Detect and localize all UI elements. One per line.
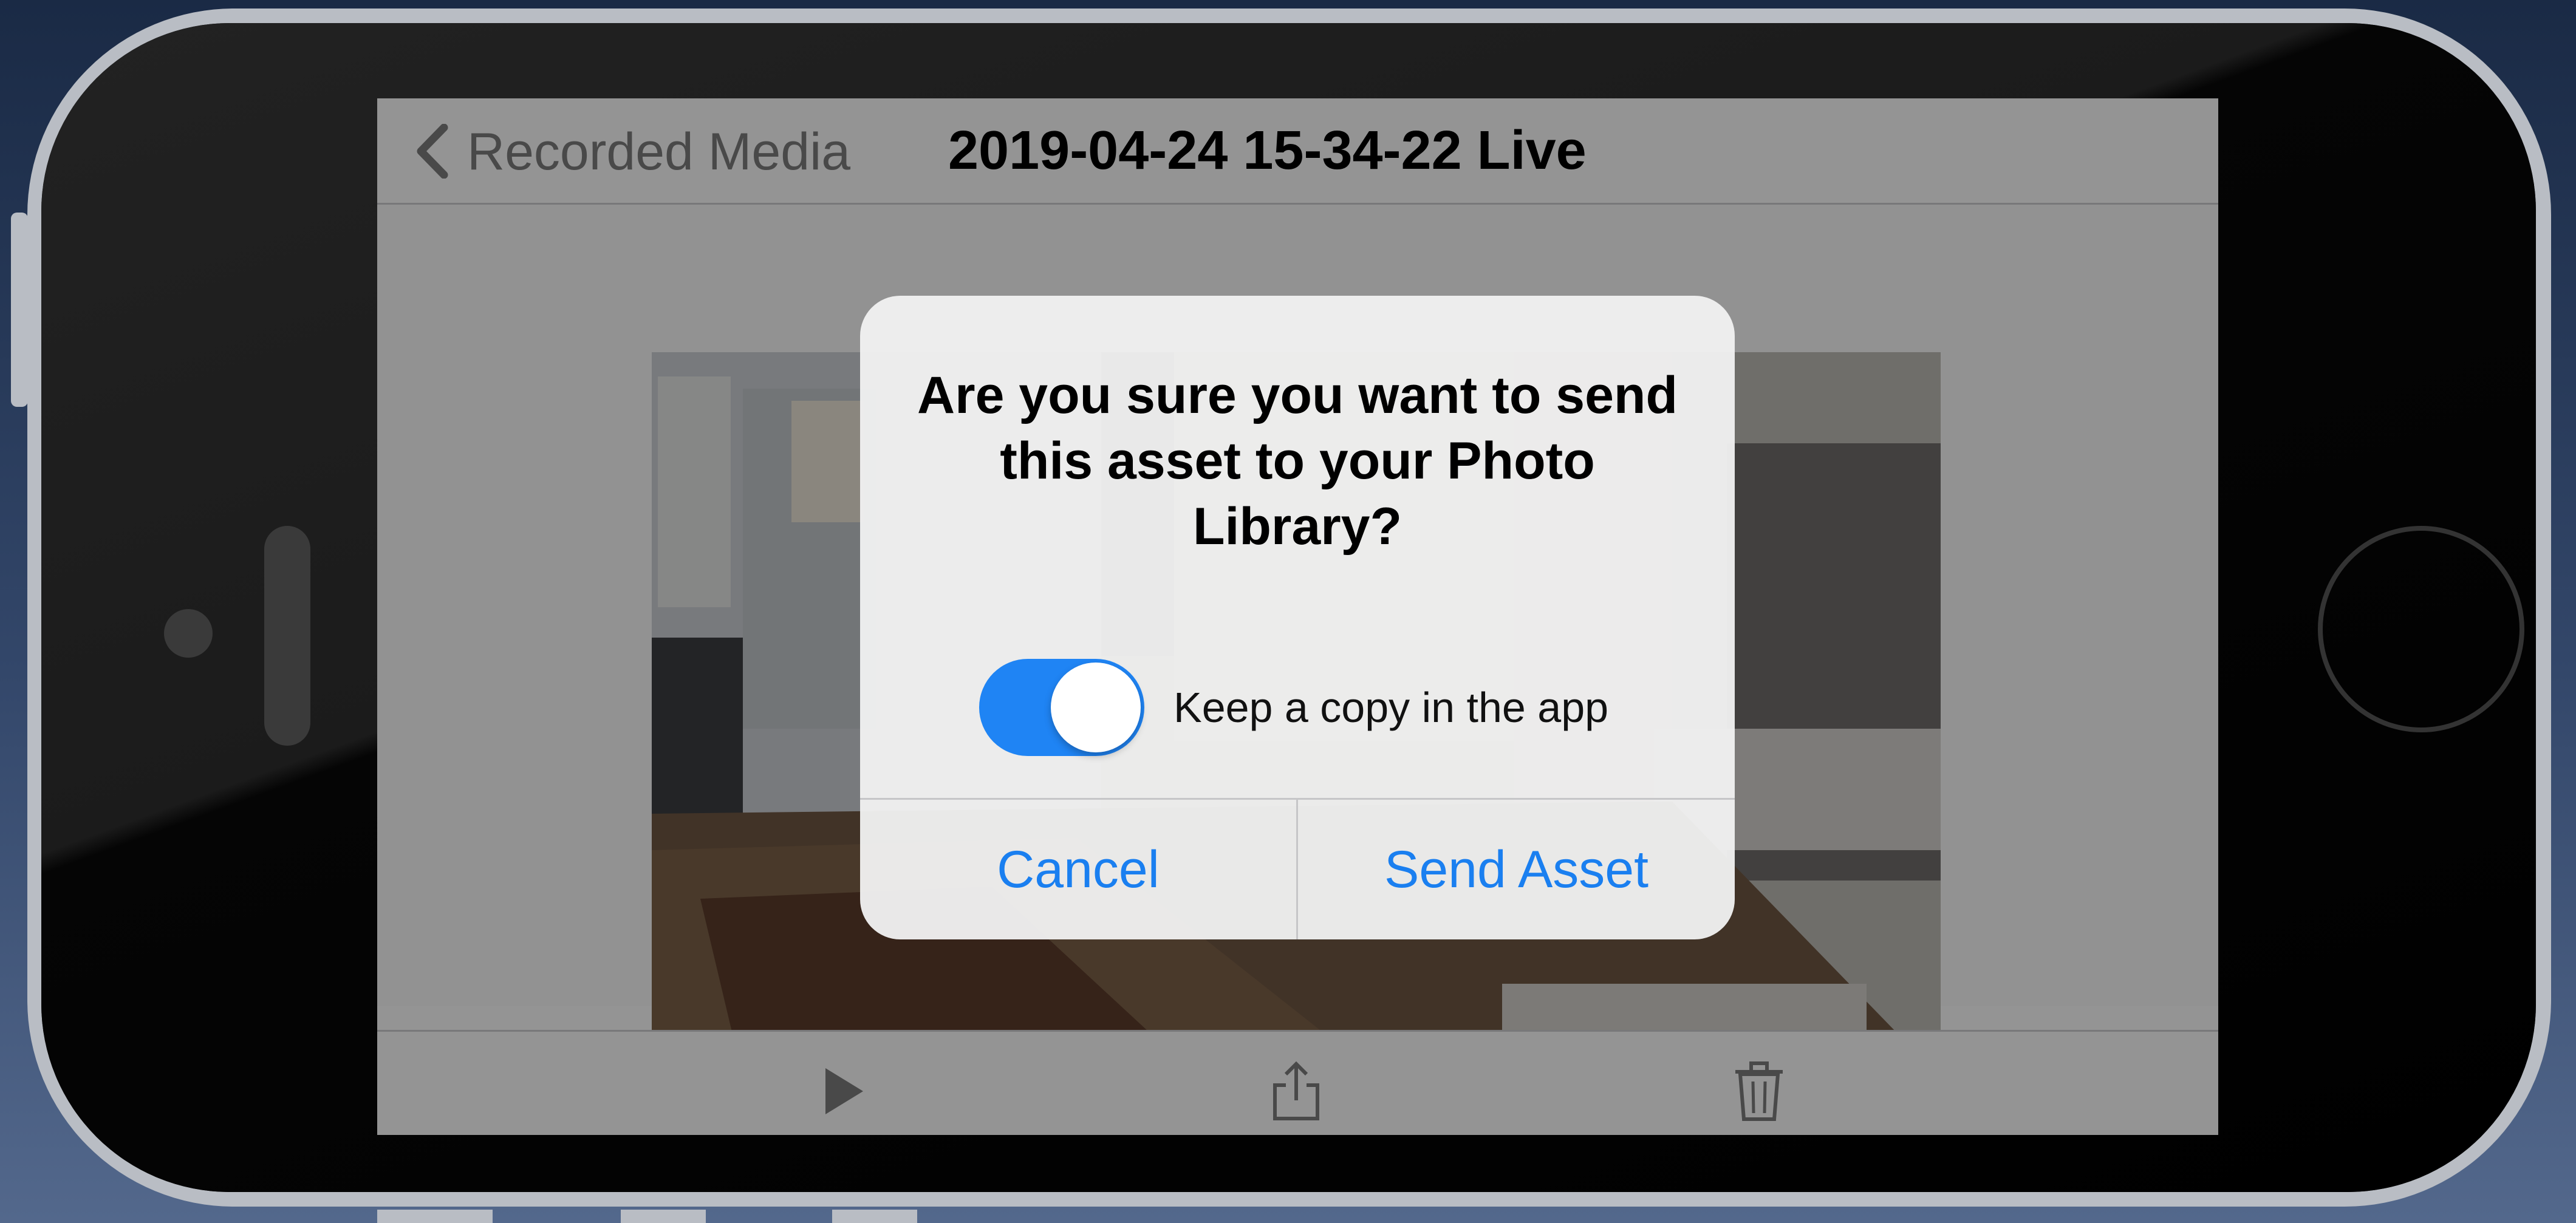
keep-copy-label: Keep a copy in the app bbox=[1174, 684, 1609, 731]
volume-button-up bbox=[377, 1210, 493, 1223]
home-button[interactable] bbox=[2318, 526, 2524, 732]
keep-copy-toggle[interactable] bbox=[979, 659, 1144, 756]
keep-copy-row: Keep a copy in the app bbox=[979, 659, 1684, 756]
mute-switch bbox=[832, 1210, 917, 1223]
alert-dialog: Are you sure you want to send this asset… bbox=[860, 296, 1735, 939]
speaker-grille bbox=[264, 526, 310, 746]
front-camera bbox=[164, 609, 213, 658]
send-asset-button[interactable]: Send Asset bbox=[1298, 800, 1735, 939]
side-button bbox=[11, 213, 28, 407]
toggle-knob bbox=[1051, 663, 1141, 752]
alert-title: Are you sure you want to send this asset… bbox=[917, 366, 1678, 556]
cancel-button[interactable]: Cancel bbox=[860, 800, 1296, 939]
volume-button-down bbox=[621, 1210, 706, 1223]
